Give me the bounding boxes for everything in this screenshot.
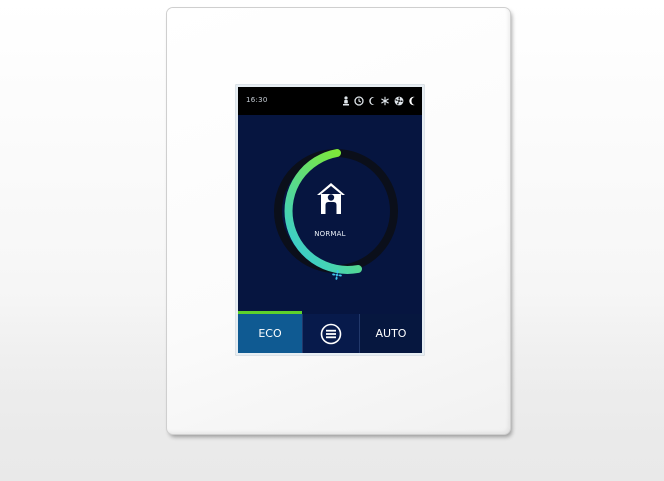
status-icons [342,95,416,107]
tab-menu[interactable] [302,314,360,353]
tab-auto-label: AUTO [375,327,407,340]
tab-auto[interactable]: AUTO [360,314,422,353]
status-bar: 16:30 [238,87,422,115]
clock-icon [354,96,364,106]
tab-eco-label: ECO [258,327,282,340]
menu-icon [320,323,342,344]
occupancy-icon [343,96,349,106]
fan-indicator-icon [332,270,342,280]
crescent-icon [409,96,415,106]
fan-icon [394,96,404,106]
home-person-icon [317,183,345,214]
mode-label: NORMAL [314,230,346,238]
tab-eco[interactable]: ECO [238,314,302,353]
clock-time: 16:30 [246,96,268,104]
thermostat-screen: 16:30 NORMAL ECO AUTO [238,87,422,353]
snowflake-icon [381,96,389,106]
moon-icon [369,97,375,105]
